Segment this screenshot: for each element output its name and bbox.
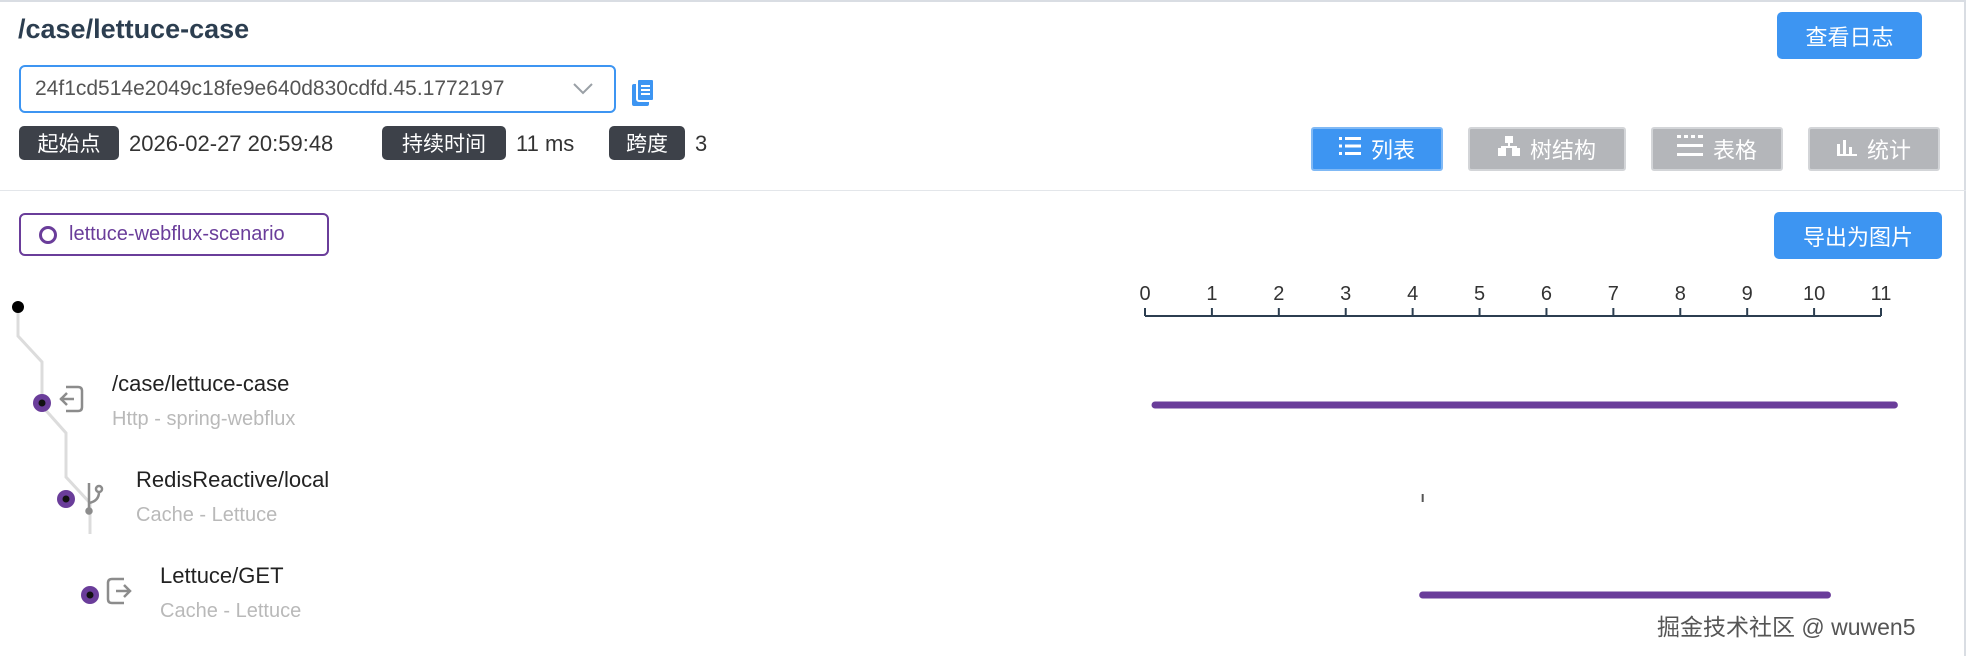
view-log-button[interactable]: 查看日志	[1777, 12, 1922, 59]
timeline-tick-label: 4	[1407, 283, 1418, 305]
tree-icon	[1497, 136, 1520, 162]
section-divider	[0, 190, 1966, 191]
scenario-tag[interactable]: lettuce-webflux-scenario	[19, 213, 329, 256]
view-tree-button[interactable]: 树结构	[1468, 127, 1626, 171]
timeline-chart: 0 1 2 3 4 5 6 7 8 9 10 11	[1139, 283, 1898, 599]
timeline-tick-label: 8	[1675, 283, 1686, 305]
page-title: /case/lettuce-case	[18, 14, 250, 44]
view-list-button[interactable]: 列表	[1311, 127, 1443, 171]
copy-icon[interactable]	[630, 78, 656, 108]
duration-label: 持续时间	[382, 126, 506, 160]
span-subtitle: Cache - Lettuce	[136, 504, 278, 526]
span-node	[57, 490, 75, 508]
timeline-tick-label: 7	[1608, 283, 1619, 305]
exit-icon	[106, 577, 132, 605]
view-table-label: 表格	[1712, 138, 1757, 163]
span-node	[33, 394, 51, 412]
trace-id-value: 24f1cd514e2049c18fe9e640d830cdfd.45.1772…	[35, 77, 505, 100]
tree-connector	[16, 307, 92, 534]
timeline-tick-label: 11	[1871, 283, 1892, 305]
span-name[interactable]: Lettuce/GET	[160, 563, 284, 589]
spans-value: 3	[695, 131, 708, 156]
export-image-button[interactable]: 导出为图片	[1774, 212, 1942, 259]
view-stats-label: 统计	[1866, 138, 1911, 163]
circle-icon	[39, 225, 57, 244]
chevron-down-icon	[572, 77, 594, 104]
start-value: 2026-02-27 20:59:48	[129, 131, 334, 156]
timeline-tick-label: 6	[1541, 283, 1552, 305]
timeline-tick-label: 10	[1803, 283, 1825, 305]
entry-icon	[59, 385, 84, 413]
branch-icon	[85, 483, 104, 515]
span-name[interactable]: RedisReactive/local	[136, 467, 329, 493]
timeline-tick-label: 9	[1742, 283, 1753, 305]
span-subtitle: Http - spring-webflux	[112, 408, 296, 430]
top-border	[0, 0, 1966, 2]
duration-value: 11 ms	[516, 131, 575, 156]
view-stats-button[interactable]: 统计	[1808, 127, 1940, 171]
span-name[interactable]: /case/lettuce-case	[112, 371, 289, 397]
timeline-tick-label: 5	[1474, 283, 1485, 305]
root-dot	[12, 301, 24, 313]
span-node	[81, 586, 99, 604]
view-tree-label: 树结构	[1529, 138, 1596, 163]
scenario-label: lettuce-webflux-scenario	[69, 223, 285, 245]
span-subtitle: Cache - Lettuce	[160, 600, 302, 622]
table-icon	[1676, 135, 1703, 163]
timeline-tick-label: 1	[1206, 283, 1217, 305]
view-list-label: 列表	[1370, 138, 1415, 163]
list-icon	[1338, 136, 1361, 162]
view-table-button[interactable]: 表格	[1651, 127, 1783, 171]
timeline-tick-label: 0	[1139, 283, 1150, 305]
stats-icon	[1836, 136, 1857, 162]
watermark: 掘金技术社区 @ wuwen5	[1657, 614, 1916, 640]
timeline-tick-label: 2	[1273, 283, 1284, 305]
timeline-tick-label: 3	[1340, 283, 1351, 305]
start-label: 起始点	[19, 126, 119, 160]
trace-id-select[interactable]: 24f1cd514e2049c18fe9e640d830cdfd.45.1772…	[19, 65, 616, 113]
spans-label: 跨度	[609, 126, 685, 160]
